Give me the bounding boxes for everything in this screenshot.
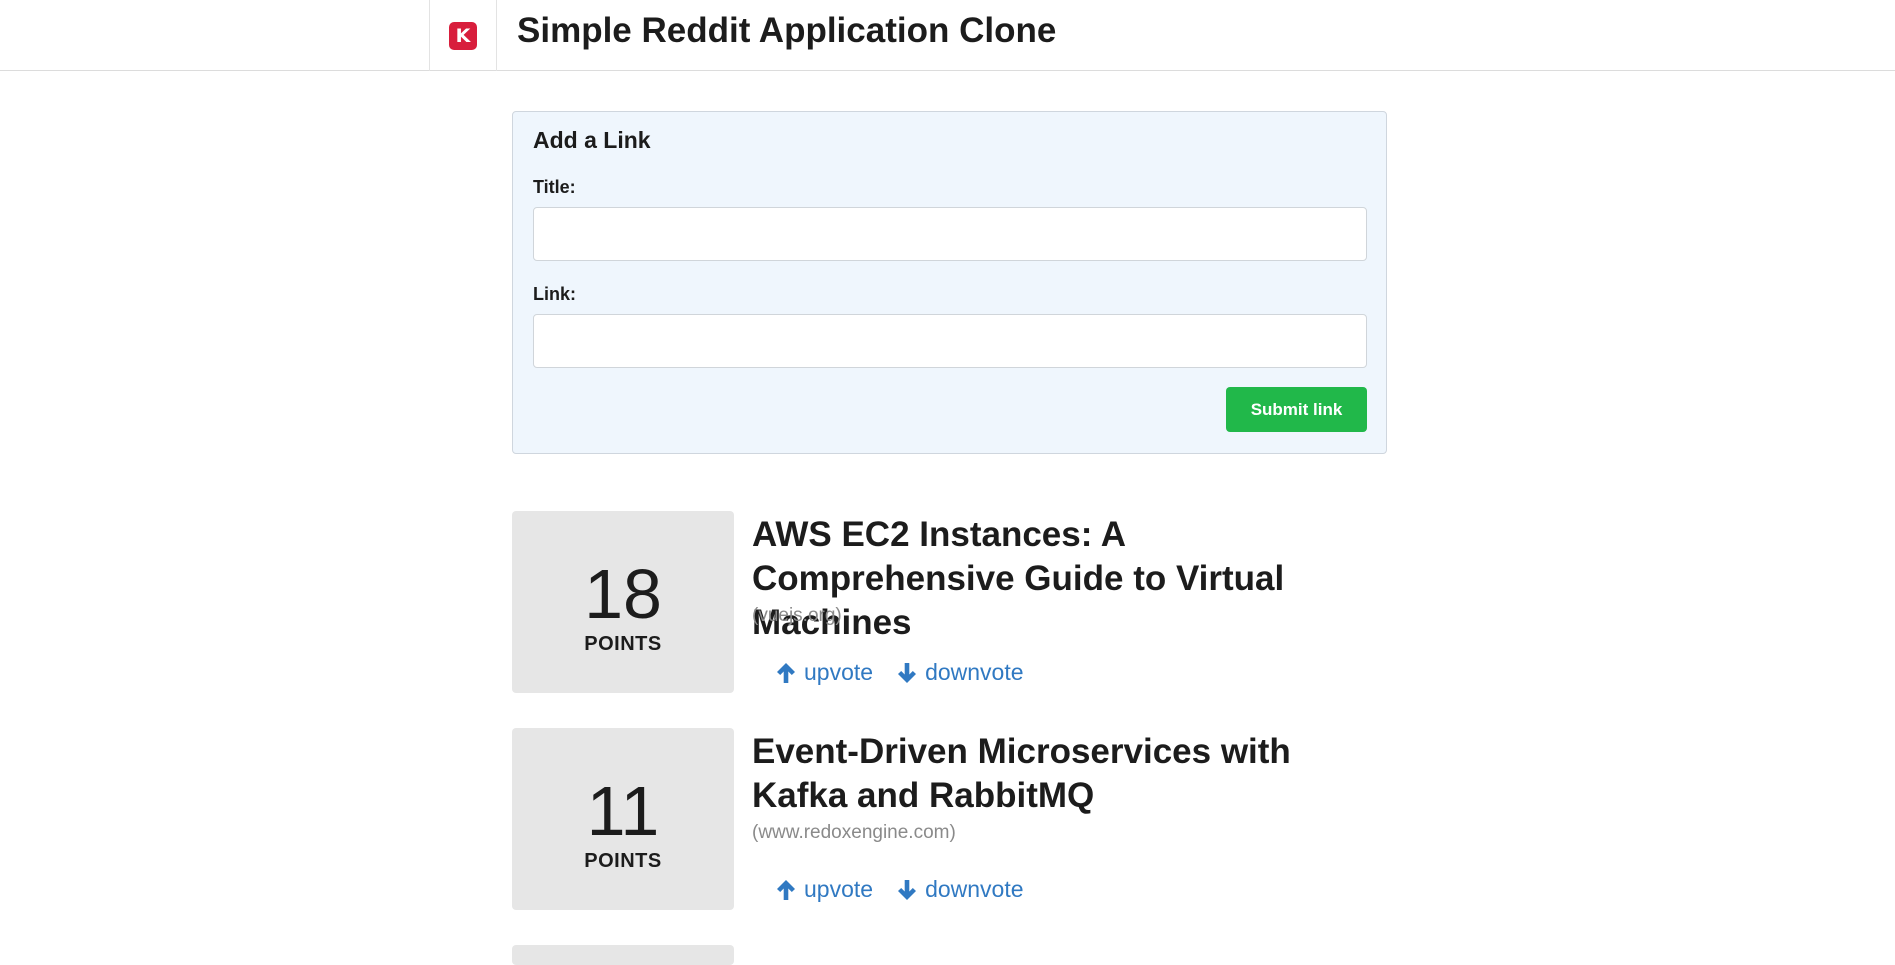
- score-box: 11 POINTS: [512, 728, 734, 910]
- upvote-label: upvote: [804, 876, 874, 902]
- vote-actions: upvote downvote: [776, 876, 1024, 903]
- app-title: Simple Reddit Application Clone: [517, 11, 1057, 50]
- logo-link[interactable]: K: [429, 0, 497, 71]
- downvote-link[interactable]: downvote: [897, 659, 1024, 686]
- link-label: Link:: [533, 284, 576, 304]
- arrow-up-icon: [777, 879, 795, 900]
- post-item: 11 POINTS Event-Driven Microservices wit…: [512, 728, 1392, 910]
- vote-actions: upvote downvote: [776, 659, 1024, 686]
- post-domain: (www.redoxengine.com): [752, 822, 956, 843]
- arrow-down-icon: [898, 662, 917, 683]
- add-link-form: Add a Link Title: Link: Submit link: [512, 111, 1387, 454]
- score-box: 18 POINTS: [512, 511, 734, 693]
- points-label: POINTS: [584, 849, 662, 872]
- submit-link-button[interactable]: Submit link: [1226, 387, 1367, 432]
- arrow-down-icon: [898, 879, 917, 900]
- top-navbar: K Simple Reddit Application Clone: [0, 0, 1895, 71]
- form-heading: Add a Link: [533, 127, 651, 153]
- downvote-label: downvote: [925, 876, 1024, 902]
- post-title[interactable]: Event-Driven Microservices with Kafka an…: [752, 730, 1392, 818]
- post-title[interactable]: AWS EC2 Instances: A Comprehensive Guide…: [752, 513, 1392, 645]
- post-domain: (vuejs.org): [752, 605, 842, 626]
- points-value: 11: [586, 771, 660, 850]
- arrow-up-icon: [777, 662, 795, 683]
- upvote-link[interactable]: upvote: [776, 876, 873, 903]
- score-box-partial: [512, 945, 734, 965]
- downvote-link[interactable]: downvote: [897, 876, 1024, 903]
- link-input[interactable]: [533, 314, 1367, 368]
- upvote-label: upvote: [804, 659, 874, 685]
- title-label: Title:: [533, 177, 576, 197]
- downvote-label: downvote: [925, 659, 1024, 685]
- title-input[interactable]: [533, 207, 1367, 261]
- upvote-link[interactable]: upvote: [776, 659, 873, 686]
- app-logo: K: [449, 21, 477, 50]
- points-value: 18: [584, 554, 662, 633]
- post-item: 18 POINTS AWS EC2 Instances: A Comprehen…: [512, 511, 1392, 693]
- points-label: POINTS: [584, 632, 662, 655]
